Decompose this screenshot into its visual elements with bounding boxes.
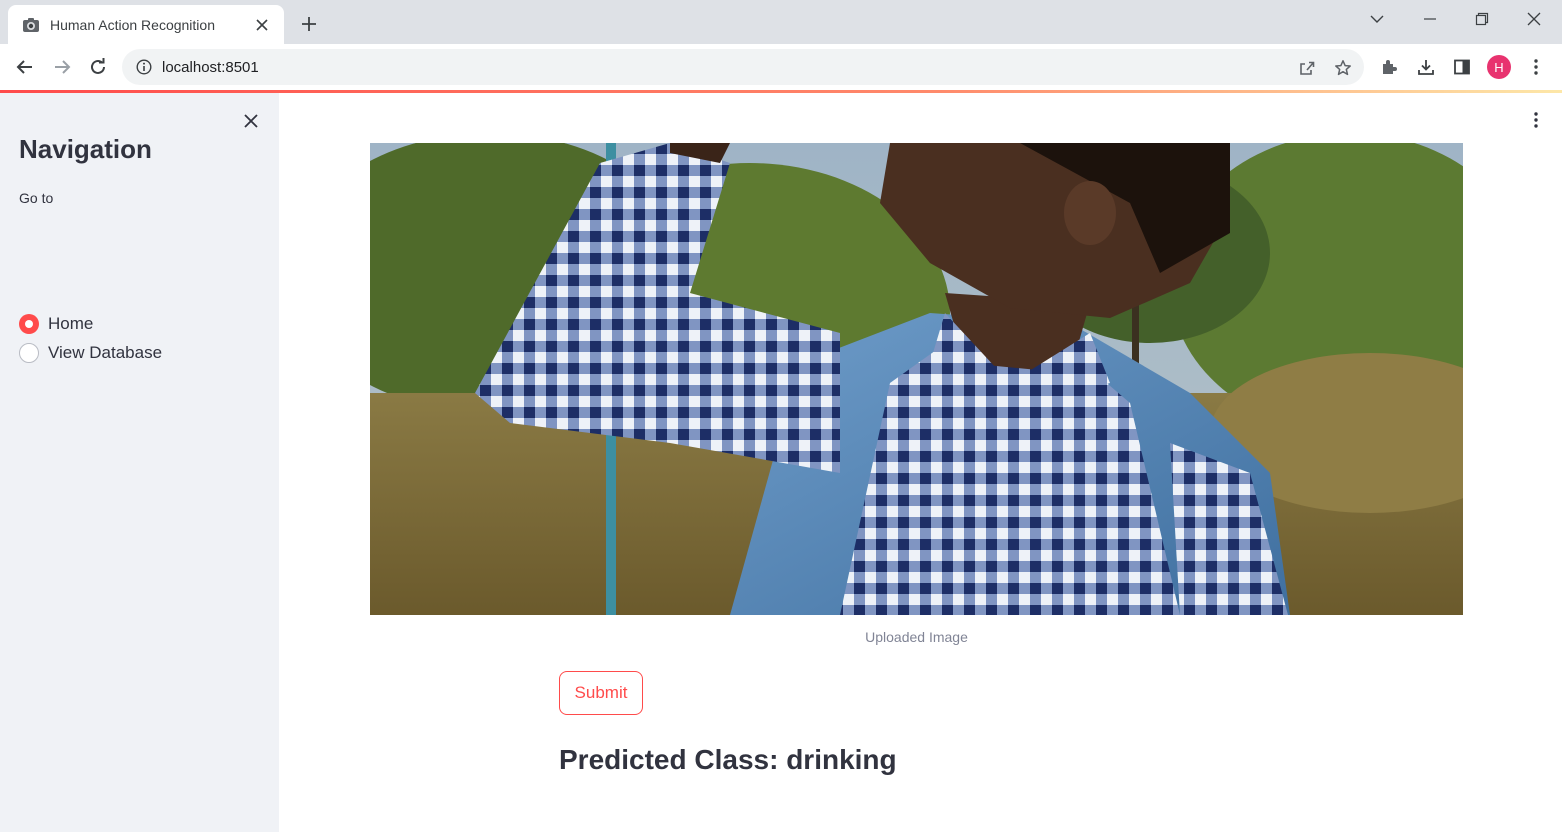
- browser-toolbar: localhost:8501 H: [0, 44, 1562, 90]
- browser-menu-icon[interactable]: [1523, 54, 1549, 80]
- radio-option-home[interactable]: Home: [19, 314, 93, 334]
- tab-strip: Human Action Recognition: [0, 0, 1562, 44]
- sidebar-title: Navigation: [19, 134, 152, 164]
- radio-option-label: Home: [48, 314, 94, 333]
- extensions-icon[interactable]: [1376, 54, 1402, 80]
- address-bar[interactable]: localhost:8501: [122, 49, 1364, 85]
- radio-selected-icon[interactable]: [19, 314, 39, 334]
- browser-tab[interactable]: Human Action Recognition: [8, 5, 284, 44]
- radio-option-label: View Database: [48, 343, 163, 362]
- submit-button[interactable]: Submit: [559, 671, 643, 715]
- close-window-icon[interactable]: [1520, 7, 1548, 31]
- forward-icon[interactable]: [48, 53, 76, 81]
- tab-title: Human Action Recognition: [50, 16, 215, 33]
- new-tab-icon[interactable]: [296, 11, 322, 37]
- radio-option-view-database[interactable]: View Database: [19, 343, 162, 363]
- back-icon[interactable]: [11, 53, 39, 81]
- profile-avatar[interactable]: H: [1487, 55, 1511, 79]
- close-tab-icon[interactable]: [252, 15, 272, 35]
- side-panel-icon[interactable]: [1449, 54, 1475, 80]
- uploaded-image: [370, 143, 1463, 615]
- close-sidebar-icon[interactable]: [239, 109, 263, 133]
- image-caption: Uploaded Image: [865, 629, 968, 645]
- url-text: localhost:8501: [162, 58, 259, 76]
- bookmark-star-icon[interactable]: [1332, 57, 1354, 79]
- reload-icon[interactable]: [84, 53, 112, 81]
- minimize-icon[interactable]: [1416, 7, 1444, 31]
- restore-icon[interactable]: [1468, 7, 1496, 31]
- share-icon[interactable]: [1296, 57, 1318, 79]
- download-icon[interactable]: [1413, 54, 1439, 80]
- tab-search-icon[interactable]: [1363, 7, 1391, 31]
- radio-group-label: Go to: [19, 190, 54, 206]
- prediction-result: Predicted Class: drinking: [559, 744, 897, 775]
- app-menu-icon[interactable]: [1524, 108, 1548, 132]
- info-icon[interactable]: [136, 59, 152, 75]
- camera-icon: [22, 16, 40, 34]
- radio-unselected-icon[interactable]: [19, 343, 39, 363]
